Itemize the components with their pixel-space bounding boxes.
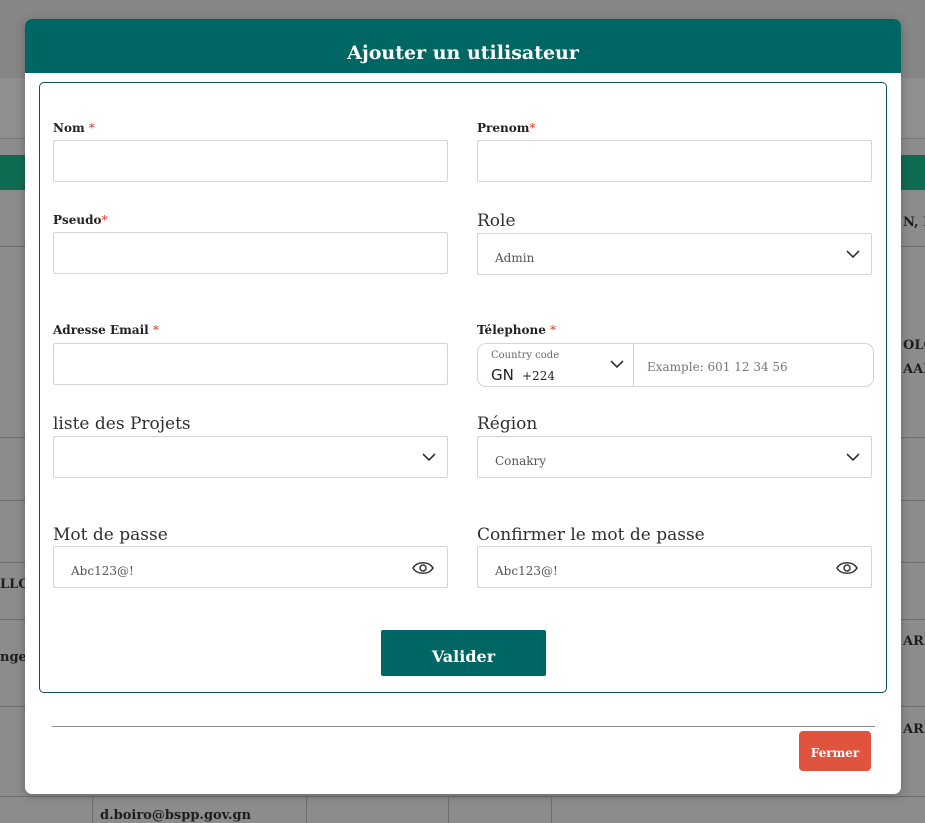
pseudo-input[interactable] <box>53 232 448 274</box>
confirm-password-placeholder: Abc123@! <box>495 564 558 578</box>
add-user-modal: Ajouter un utilisateur Nom * Prenom* Pse… <box>25 19 901 794</box>
password-label: Mot de passe <box>53 525 168 545</box>
telephone-label-text: Télephone <box>477 323 551 337</box>
add-user-form: Nom * Prenom* Pseudo* Role Admin Adresse… <box>39 82 887 693</box>
role-selected-value: Admin <box>495 251 535 265</box>
background-row-divider <box>0 796 925 797</box>
nom-label: Nom * <box>53 121 95 135</box>
valider-button[interactable]: Valider <box>381 630 546 676</box>
confirm-password-input[interactable]: Abc123@! <box>477 546 872 588</box>
region-select[interactable]: Conakry <box>477 436 872 478</box>
required-mark: * <box>152 323 159 337</box>
required-mark: * <box>88 121 95 135</box>
telephone-label: Télephone * <box>477 323 556 337</box>
password-placeholder: Abc123@! <box>71 564 134 578</box>
country-iso: GN <box>491 366 514 384</box>
country-code-label: Country code <box>491 350 560 361</box>
role-select[interactable]: Admin <box>477 233 872 275</box>
modal-header: Ajouter un utilisateur <box>25 19 901 73</box>
chevron-down-icon <box>846 250 860 259</box>
nom-label-text: Nom <box>53 121 89 135</box>
pseudo-label-text: Pseudo <box>53 213 102 227</box>
required-mark: * <box>101 213 108 227</box>
modal-footer-divider <box>52 726 875 727</box>
chevron-down-icon <box>610 360 624 369</box>
pseudo-label: Pseudo* <box>53 213 108 227</box>
nom-input[interactable] <box>53 140 448 182</box>
eye-icon[interactable] <box>412 559 434 577</box>
fermer-button[interactable]: Fermer <box>799 731 871 771</box>
confirm-password-label: Confirmer le mot de passe <box>477 525 705 545</box>
modal-title: Ajouter un utilisateur <box>347 42 579 64</box>
background-cell: AAB <box>903 362 925 377</box>
country-code-select[interactable]: Country code GN +224 <box>478 344 633 386</box>
chevron-down-icon <box>846 453 860 462</box>
eye-icon[interactable] <box>836 559 858 577</box>
phone-number-input[interactable]: Example: 601 12 34 56 <box>647 360 788 374</box>
phone-divider <box>633 344 634 386</box>
background-col-divider <box>306 796 307 823</box>
region-label: Région <box>477 414 538 434</box>
projets-select[interactable] <box>53 436 448 478</box>
required-mark: * <box>529 121 536 135</box>
prenom-input[interactable] <box>477 140 872 182</box>
role-label: Role <box>477 211 516 231</box>
background-cell: ARI <box>903 634 925 649</box>
projets-label: liste des Projets <box>53 414 191 434</box>
email-label: Adresse Email * <box>53 323 159 337</box>
background-cell: N, P <box>903 215 925 230</box>
chevron-down-icon <box>422 453 436 462</box>
background-col-divider <box>92 796 93 823</box>
background-col-divider <box>448 796 449 823</box>
prenom-label: Prenom* <box>477 121 535 135</box>
background-cell: OLO <box>903 338 925 353</box>
region-selected-value: Conakry <box>495 454 547 468</box>
required-mark: * <box>550 323 557 337</box>
background-cell: ARI <box>903 722 925 737</box>
prenom-label-text: Prenom <box>477 121 530 135</box>
email-label-text: Adresse Email <box>53 323 153 337</box>
dial-code: +224 <box>522 369 555 383</box>
telephone-field: Country code GN +224 Example: 601 12 34 … <box>477 343 874 387</box>
email-input[interactable] <box>53 343 448 385</box>
background-col-divider <box>551 796 552 823</box>
background-email-cell: d.boiro@bspp.gov.gn <box>100 808 252 823</box>
password-input[interactable]: Abc123@! <box>53 546 448 588</box>
